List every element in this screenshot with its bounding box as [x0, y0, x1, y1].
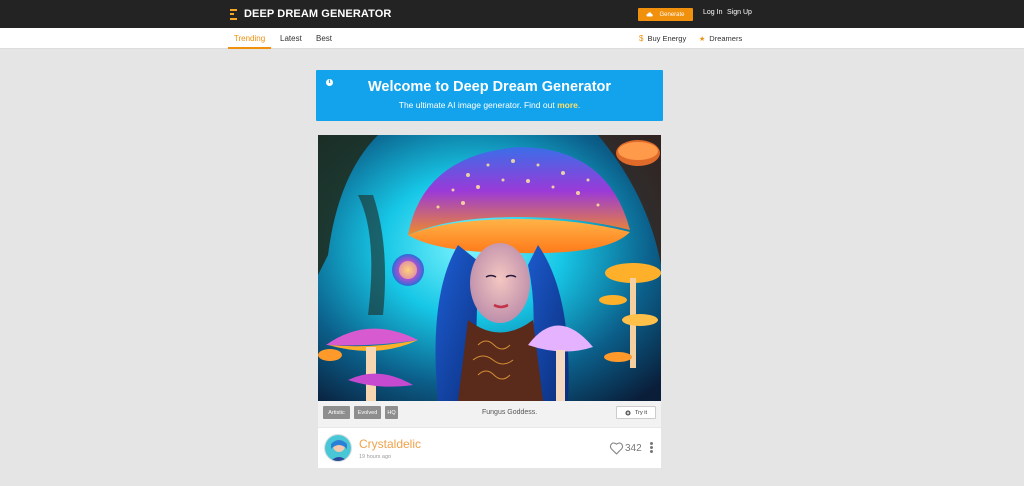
top-bar: DEEP DREAM GENERATOR Generate Log In Sig…: [0, 0, 1024, 28]
generate-label: Generate: [659, 11, 685, 18]
post-caption: Fungus Goddess.: [482, 409, 538, 416]
post-image[interactable]: [318, 135, 661, 401]
buy-energy-link[interactable]: $ Buy Energy: [639, 34, 686, 43]
sub-navigation: Trending Latest Best $ Buy Energy ★ Drea…: [0, 28, 1024, 49]
post-time: 19 hours ago: [359, 454, 392, 460]
welcome-title: Welcome to Deep Dream Generator: [367, 79, 612, 95]
avatar-image: [325, 435, 351, 461]
post-tag-bar: Artistic Evolved HQ Fungus Goddess. Try …: [318, 401, 661, 427]
star-icon: ★: [699, 35, 706, 43]
cloud-icon: [646, 12, 654, 17]
tab-latest[interactable]: Latest: [280, 34, 302, 43]
site-logo[interactable]: DEEP DREAM GENERATOR: [230, 8, 391, 20]
welcome-subtitle: The ultimate AI image generator. Find ou…: [316, 100, 663, 110]
login-link[interactable]: Log In: [703, 9, 722, 16]
dreamers-link[interactable]: ★ Dreamers: [699, 34, 742, 43]
like-count: 342: [625, 443, 642, 454]
generate-button[interactable]: Generate: [638, 8, 693, 21]
post-author-bar: Crystaldelic 19 hours ago 342: [318, 427, 661, 468]
welcome-banner: i Welcome to Deep Dream Generator The ul…: [316, 70, 663, 121]
post-card: Artistic Evolved HQ Fungus Goddess. Try …: [318, 135, 661, 468]
fungus-goddess-artwork: [318, 135, 661, 401]
more-vertical-icon[interactable]: [650, 442, 653, 453]
heart-icon[interactable]: [609, 441, 624, 455]
tag-hq[interactable]: HQ: [385, 406, 398, 419]
avatar[interactable]: [324, 434, 352, 462]
dreamers-label: Dreamers: [709, 34, 743, 43]
buy-energy-label: Buy Energy: [647, 34, 687, 43]
welcome-subtitle-text: The ultimate AI image generator. Find ou…: [398, 100, 555, 110]
welcome-period: .: [577, 100, 581, 110]
ddg-logo-icon: [230, 8, 237, 20]
try-it-label: Try it: [634, 409, 647, 416]
signup-link[interactable]: Sign Up: [727, 9, 752, 16]
tab-trending[interactable]: Trending: [228, 34, 271, 49]
brand-name: DEEP DREAM GENERATOR: [244, 8, 392, 20]
tab-best[interactable]: Best: [316, 34, 332, 43]
more-link[interactable]: more: [557, 100, 578, 110]
gear-icon: [625, 409, 631, 416]
tag-artistic[interactable]: Artistic: [323, 406, 350, 419]
username[interactable]: Crystaldelic: [359, 437, 421, 451]
try-it-button[interactable]: Try it: [616, 406, 656, 419]
dollar-icon: $: [639, 34, 644, 43]
tag-evolved[interactable]: Evolved: [354, 406, 381, 419]
